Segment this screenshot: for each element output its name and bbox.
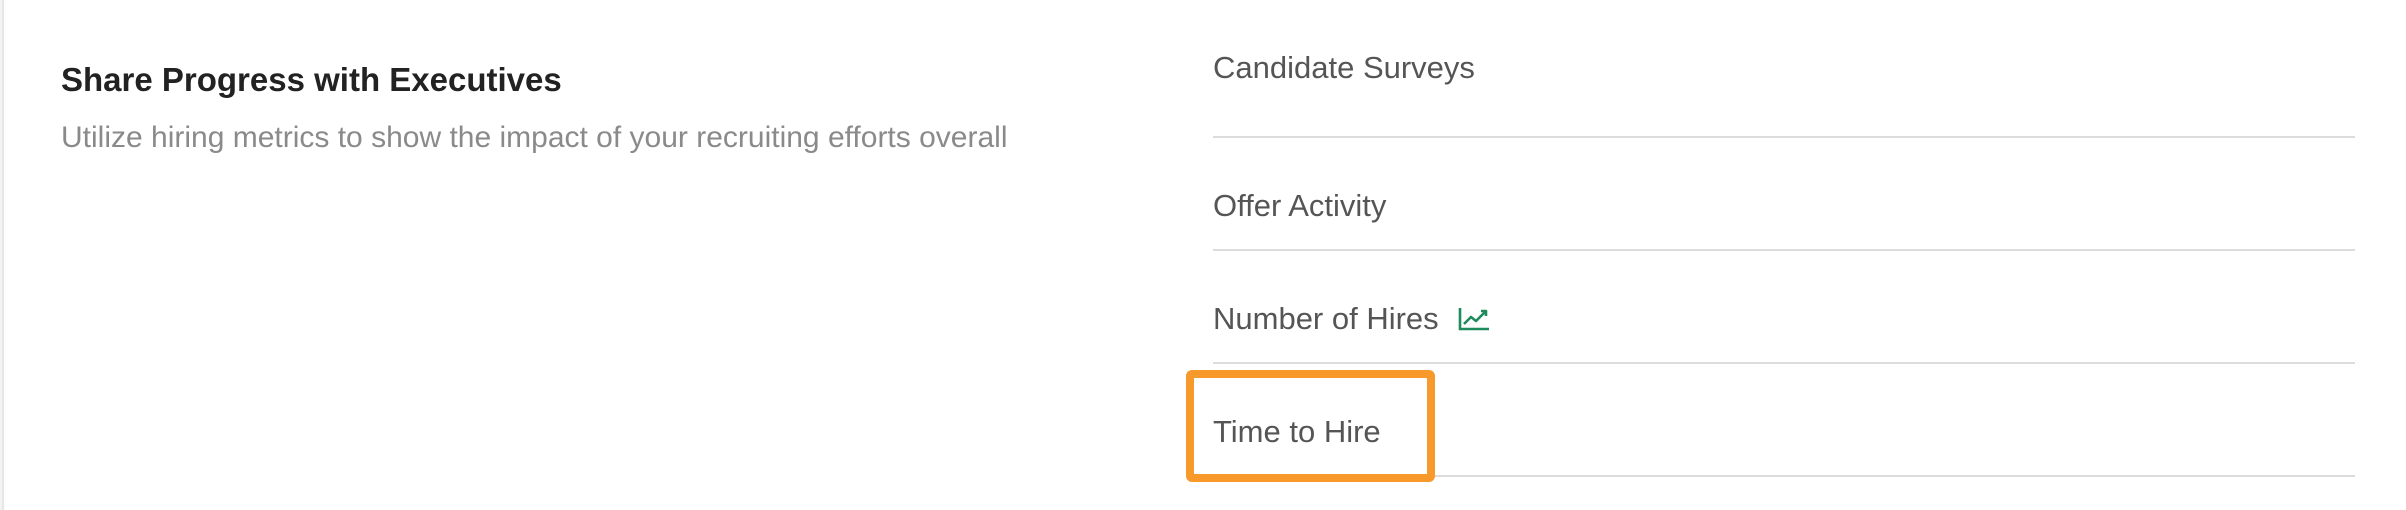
section-title: Share Progress with Executives	[61, 61, 562, 98]
report-link-candidate-surveys[interactable]: Candidate Surveys	[1213, 48, 1475, 88]
report-item-candidate-surveys[interactable]: Candidate Surveys	[1213, 0, 2355, 138]
report-section-card: Share Progress with Executives Utilize h…	[2, 0, 2406, 510]
report-link-offer-activity[interactable]: Offer Activity	[1213, 186, 1386, 226]
report-link-number-of-hires[interactable]: Number of Hires	[1213, 299, 1439, 339]
report-item-time-to-hire[interactable]: Time to Hire	[1186, 364, 2355, 482]
section-description: Utilize hiring metrics to show the impac…	[61, 121, 1008, 154]
section-header: Share Progress with Executives Utilize h…	[61, 58, 1141, 158]
report-list: Candidate Surveys Offer Activity Number …	[1186, 0, 2355, 482]
report-link-time-to-hire[interactable]: Time to Hire	[1213, 412, 1381, 452]
trend-chart-icon	[1457, 306, 1491, 332]
report-item-offer-activity[interactable]: Offer Activity	[1213, 138, 2355, 251]
report-item-number-of-hires[interactable]: Number of Hires	[1213, 251, 2355, 364]
